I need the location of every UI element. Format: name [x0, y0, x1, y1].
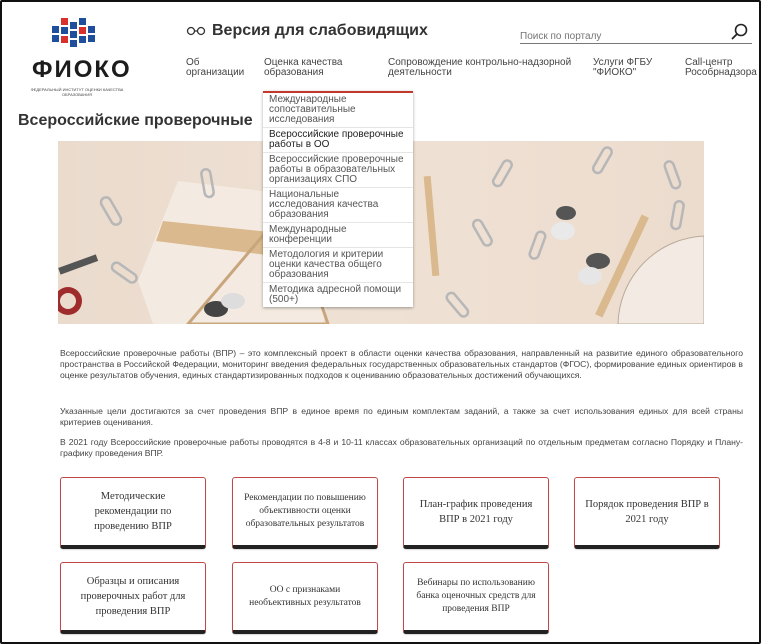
card-webinars[interactable]: Вебинары по использованию банка оценочны…: [403, 562, 549, 634]
search-box: [520, 23, 752, 44]
search-icon[interactable]: [730, 22, 750, 42]
dropdown-item-national-studies[interactable]: Национальные исследования качества образ…: [263, 188, 413, 223]
nav-call-center[interactable]: Call-центр Рособрнадзора: [685, 58, 761, 78]
card-label: Методические рекомендации по проведению …: [94, 491, 172, 532]
nav-services[interactable]: Услуги ФГБУ "ФИОКО": [593, 58, 673, 78]
vision-version-link[interactable]: Версия для слабовидящих: [186, 22, 428, 40]
nav-about[interactable]: Об организации: [186, 58, 256, 78]
card-label: Образцы и описания проверочных работ для…: [80, 576, 186, 617]
card-label: Рекомендации по повышению объективности …: [244, 493, 366, 529]
dropdown-item-methodology[interactable]: Методология и критерии оценки качества о…: [263, 248, 413, 283]
logo-subtitle: Федеральный институт оценки качества обр…: [30, 87, 124, 97]
card-biased-results[interactable]: ОО с признаками необъективных результато…: [232, 562, 378, 634]
goals-paragraph: Указанные цели достигаются за счет прове…: [60, 406, 743, 427]
logo-text: ФИОКО: [32, 56, 132, 83]
dropdown-item-vpr-oo[interactable]: Всероссийские проверочные работы в ОО: [263, 128, 413, 153]
card-label: Порядок проведения ВПР в 2021 году: [585, 498, 709, 525]
dropdown-item-conferences[interactable]: Международные конференции: [263, 223, 413, 248]
dropdown-item-vpr-spo[interactable]: Всероссийские проверочные работы в образ…: [263, 153, 413, 188]
nav-supervision-support[interactable]: Сопровождение контрольно-надзорной деяте…: [388, 58, 588, 78]
card-label: Вебинары по использованию банка оценочны…: [416, 578, 536, 614]
dropdown-item-international-studies[interactable]: Международные сопоставительные исследова…: [263, 93, 413, 128]
nav-quality-assessment[interactable]: Оценка качества образования: [264, 58, 364, 78]
card-samples[interactable]: Образцы и описания проверочных работ для…: [60, 562, 206, 634]
card-procedure[interactable]: Порядок проведения ВПР в 2021 году: [574, 477, 720, 549]
search-input[interactable]: [520, 31, 720, 42]
schedule-paragraph: В 2021 году Всероссийские проверочные ра…: [60, 437, 743, 458]
card-schedule[interactable]: План-график проведения ВПР в 2021 году: [403, 477, 549, 549]
glasses-icon: [186, 23, 206, 39]
logo[interactable]: ФИОКО Федеральный институт оценки качест…: [22, 16, 132, 97]
dropdown-item-targeted-help[interactable]: Методика адресной помощи (500+): [263, 283, 413, 307]
vision-version-label: Версия для слабовидящих: [212, 22, 428, 39]
quality-assessment-dropdown: Международные сопоставительные исследова…: [263, 91, 413, 307]
card-methodical-recommendations[interactable]: Методические рекомендации по проведению …: [60, 477, 206, 549]
card-label: План-график проведения ВПР в 2021 году: [419, 498, 533, 525]
logo-mark-icon: [52, 18, 95, 47]
page-title: Всероссийские проверочные: [18, 112, 253, 129]
intro-paragraph: Всероссийские проверочные работы (ВПР) –…: [60, 348, 743, 380]
card-label: ОО с признаками необъективных результато…: [249, 584, 361, 608]
card-objectivity-recommendations[interactable]: Рекомендации по повышению объективности …: [232, 477, 378, 549]
